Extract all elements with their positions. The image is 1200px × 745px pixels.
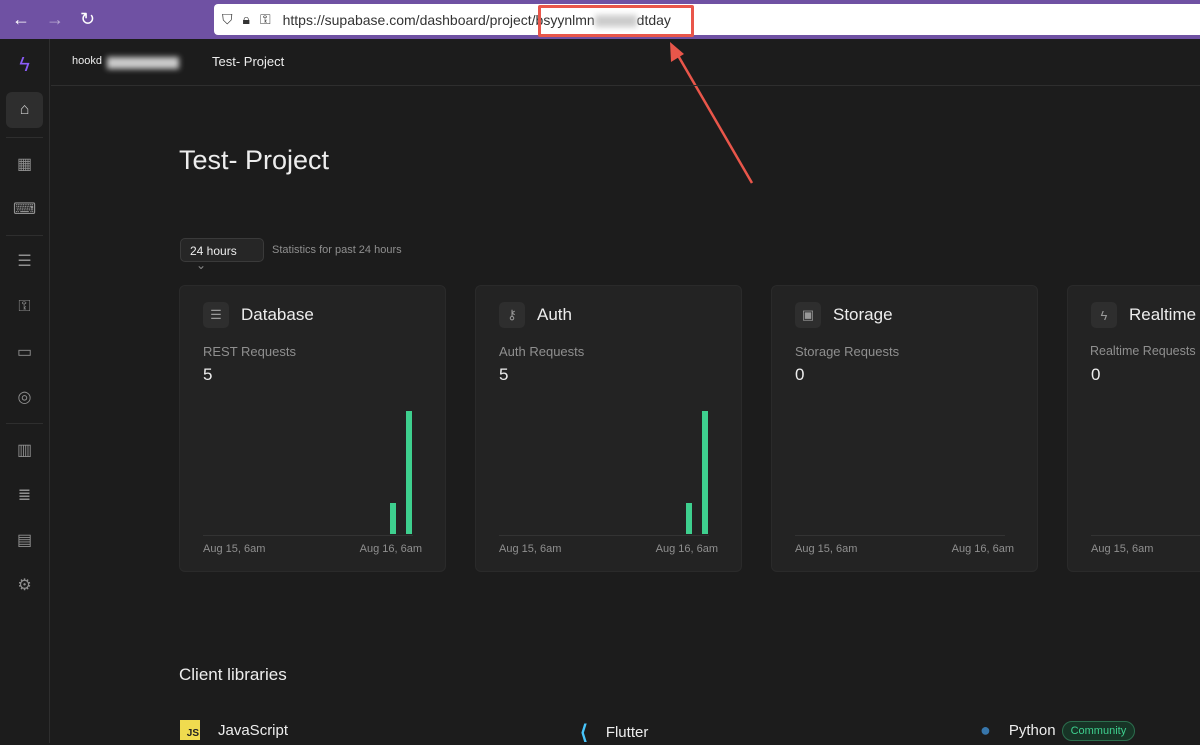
card-database[interactable]: ☰ Database REST Requests 5 Aug 15, 6am A…	[179, 285, 446, 572]
chart-start-label: Aug 15, 6am	[795, 543, 858, 555]
auth-icon[interactable]: ⚿	[6, 289, 43, 325]
supabase-logo-icon[interactable]: ϟ	[6, 47, 43, 83]
bolt-icon: ϟ	[1091, 302, 1117, 328]
library-python[interactable]: ● Python Community	[980, 720, 1136, 741]
home-icon[interactable]: ⌂	[6, 92, 43, 128]
library-name: Python	[1008, 722, 1056, 739]
metric-value: 0	[795, 365, 805, 384]
metric-value: 5	[499, 365, 509, 384]
metric-label: Auth Requests	[499, 344, 585, 359]
range-description: Statistics for past 24 hours	[272, 244, 402, 256]
chevron-down-icon: ⌄	[196, 258, 207, 272]
table-editor-icon[interactable]: ▦	[6, 146, 43, 182]
chart-start-label: Aug 15, 6am	[203, 543, 266, 555]
metric-value: 0	[1091, 365, 1101, 384]
card-title: Storage	[833, 305, 893, 324]
library-javascript[interactable]: JS JavaScript	[180, 720, 288, 740]
range-value: 24 hours	[190, 244, 237, 258]
flutter-icon: ⟨	[580, 722, 588, 744]
card-title: Realtime	[1129, 305, 1197, 324]
database-icon: ☰	[203, 302, 229, 328]
chart-start-label: Aug 15, 6am	[499, 543, 562, 555]
logs-icon[interactable]: ≣	[6, 477, 43, 513]
metric-value: 5	[203, 365, 213, 384]
range-select[interactable]: 24 hours ⌄	[180, 238, 264, 272]
community-badge: Community	[1061, 720, 1136, 741]
chart-bar[interactable]	[390, 503, 396, 534]
card-auth[interactable]: ⚷ Auth Auth Requests 5 Aug 15, 6am Aug 1…	[475, 285, 742, 572]
chart-bar[interactable]	[406, 411, 412, 534]
card-storage[interactable]: ▣ Storage Storage Requests 0 Aug 15, 6am…	[771, 285, 1038, 572]
storage-icon[interactable]: ▭	[6, 334, 43, 370]
chart-bar[interactable]	[702, 411, 708, 534]
chart-end-label: Aug 16, 6am	[359, 543, 422, 555]
chart-end-label: Aug 16, 6am	[951, 543, 1014, 555]
library-name: Flutter	[605, 724, 649, 741]
metric-label: Realtime Requests	[1090, 344, 1196, 358]
chart-axis	[1091, 535, 1200, 536]
card-realtime[interactable]: ϟ Realtime Realtime Requests 0 Aug 15, 6…	[1067, 285, 1200, 572]
realtime-icon[interactable]: ◎	[6, 379, 43, 415]
key-icon: ⚷	[499, 302, 525, 328]
settings-icon[interactable]: ⚙	[6, 567, 43, 603]
chart-axis	[499, 535, 709, 536]
library-name: JavaScript	[218, 721, 289, 739]
client-libraries-title: Client libraries	[179, 665, 287, 684]
card-title: Auth	[537, 305, 572, 324]
org-name[interactable]: hookd	[72, 55, 102, 67]
metric-label: REST Requests	[203, 344, 296, 359]
chart-bar[interactable]	[686, 503, 692, 534]
docs-icon[interactable]: ▤	[6, 522, 43, 558]
project-name[interactable]: Test- Project	[212, 54, 284, 69]
chart-end-label: Aug 16, 6am	[655, 543, 718, 555]
python-icon: ●	[980, 720, 991, 740]
top-bar: hookd Test- Project	[51, 39, 1200, 86]
chart-axis	[203, 535, 413, 536]
database-icon[interactable]: ☰	[6, 243, 43, 279]
archive-icon: ▣	[795, 302, 821, 328]
chart-axis	[795, 535, 1005, 536]
metric-label: Storage Requests	[795, 344, 900, 359]
card-title: Database	[241, 305, 314, 324]
sql-editor-icon[interactable]: ⌨	[6, 191, 43, 227]
reports-icon[interactable]: ▥	[6, 432, 43, 468]
library-flutter[interactable]: ⟨ Flutter	[580, 720, 648, 745]
javascript-icon: JS	[180, 720, 200, 740]
chart-start-label: Aug 15, 6am	[1091, 543, 1154, 555]
sidebar: ϟ ⌂ ▦ ⌨ ☰ ⚿ ▭ ◎ ▥ ≣ ▤ ⚙	[0, 39, 50, 743]
page-title: Test- Project	[179, 145, 330, 175]
